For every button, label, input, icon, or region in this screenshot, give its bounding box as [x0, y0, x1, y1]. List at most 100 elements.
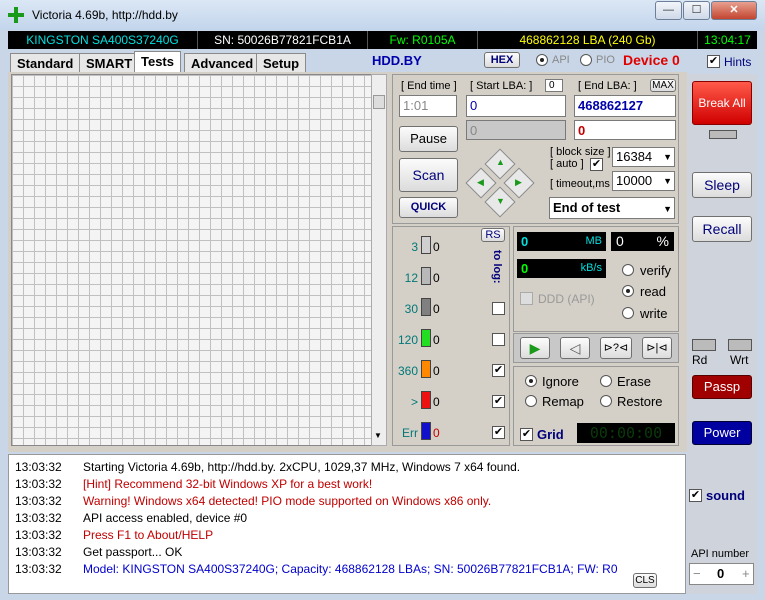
latency-color-bar	[421, 329, 431, 347]
drive-info-bar: KINGSTON SA400S37240G SN: 50026B77821FCB…	[8, 31, 757, 49]
speed-value: 0	[521, 261, 529, 276]
chevron-down-icon: ▼	[663, 176, 672, 186]
latency-color-bar	[421, 391, 431, 409]
current-lba-field: 0	[466, 120, 566, 140]
read-label: read	[640, 284, 667, 299]
grid-label: Grid	[537, 427, 564, 442]
passp-button[interactable]: Passp	[692, 375, 752, 399]
max-lba-button[interactable]: MAX	[650, 79, 676, 92]
pause-button[interactable]: Pause	[399, 126, 458, 152]
timeout-label: [ timeout,ms ]	[550, 178, 617, 190]
write-radio[interactable]	[622, 307, 634, 319]
tab-standard[interactable]: Standard	[10, 53, 81, 73]
hex-button[interactable]: HEX	[484, 52, 520, 68]
quick-button[interactable]: QUICK	[399, 197, 458, 218]
close-button[interactable]: ✕	[711, 1, 757, 20]
status-indicator	[709, 130, 737, 139]
rd-label: Rd	[692, 353, 708, 367]
pio-radio[interactable]	[580, 54, 592, 66]
remap-radio[interactable]	[525, 395, 537, 407]
block-size-value: 16384	[616, 149, 653, 164]
api-number-stepper[interactable]: − 0 +	[689, 563, 754, 585]
back-icon[interactable]: ◁	[560, 337, 590, 359]
scroll-down-icon[interactable]: ▼	[374, 431, 382, 440]
play-icon[interactable]: ▶	[520, 337, 550, 359]
log-text: Press F1 to About/HELP	[83, 528, 214, 542]
mb-unit: MB	[585, 235, 603, 247]
end-time-field[interactable]: 1:01	[399, 95, 457, 117]
start-lba-small-field[interactable]: 0	[545, 79, 563, 92]
title-bar: Victoria 4.69b, http://hdd.by — ☐ ✕	[0, 0, 765, 30]
timeout-value: 10000	[616, 173, 653, 188]
plus-icon[interactable]: +	[742, 566, 750, 581]
wrt-label: Wrt	[730, 353, 749, 367]
sleep-button[interactable]: Sleep	[692, 172, 752, 198]
start-lba-field[interactable]: 0	[466, 95, 566, 117]
right-arrow-icon: ▶	[515, 177, 522, 187]
grid-checkbox[interactable]: ✔	[520, 428, 533, 441]
log-checkbox[interactable]	[492, 302, 505, 315]
end-lba-field[interactable]: 468862127	[574, 95, 676, 117]
sound-checkbox[interactable]: ✔	[689, 489, 702, 502]
log-time: 13:03:32	[15, 511, 62, 525]
power-button[interactable]: Power	[692, 421, 752, 445]
clear-log-button[interactable]: CLS	[633, 573, 657, 588]
latency-label: 120	[397, 333, 418, 347]
start-lba-label: [ Start LBA: ]	[470, 80, 533, 92]
minimize-button[interactable]: —	[655, 1, 682, 20]
direction-pad: ▲ ◀ ▶ ▼	[465, 148, 535, 218]
api-number-label: API number	[691, 548, 750, 560]
log-time: 13:03:32	[15, 477, 62, 491]
tab-advanced[interactable]: Advanced	[184, 53, 261, 73]
log-time: 13:03:32	[15, 494, 62, 508]
timeout-select[interactable]: 10000 ▼	[612, 171, 675, 191]
scan-button[interactable]: Scan	[399, 158, 458, 192]
log-checkbox[interactable]: ✔	[492, 426, 505, 439]
log-checkbox[interactable]: ✔	[492, 364, 505, 377]
log-time: 13:03:32	[15, 545, 62, 559]
down-arrow-icon: ▼	[496, 196, 505, 206]
restore-radio[interactable]	[600, 395, 612, 407]
latency-label: 360	[397, 364, 418, 378]
log-text: Starting Victoria 4.69b, http://hdd.by. …	[83, 460, 521, 474]
recall-button[interactable]: Recall	[692, 216, 752, 242]
latency-label: >	[410, 395, 418, 409]
mb-value: 0	[521, 234, 529, 249]
maximize-button[interactable]: ☐	[683, 1, 710, 20]
verify-radio[interactable]	[622, 264, 634, 276]
log-panel: 13:03:32 Starting Victoria 4.69b, http://…	[8, 454, 686, 594]
tab-tests[interactable]: Tests	[134, 51, 181, 73]
site-label: HDD.BY	[372, 53, 422, 68]
rd-indicator	[692, 339, 716, 351]
scroll-thumb[interactable]	[373, 95, 385, 109]
tab-setup[interactable]: Setup	[256, 53, 307, 73]
rs-button[interactable]: RS	[481, 228, 505, 242]
block-size-select[interactable]: 16384 ▼	[612, 147, 675, 167]
end-action-select[interactable]: End of test ▼	[549, 197, 675, 219]
window-title: Victoria 4.69b, http://hdd.by	[32, 8, 178, 22]
end-icon[interactable]: ⊳|⊲	[642, 337, 672, 359]
write-label: write	[640, 306, 668, 321]
log-checkbox[interactable]: ✔	[492, 395, 505, 408]
minus-icon[interactable]: −	[693, 566, 701, 581]
drive-serial: SN: 50026B77821FCB1A	[198, 31, 368, 49]
erase-radio[interactable]	[600, 375, 612, 387]
ignore-radio[interactable]	[525, 375, 537, 387]
tab-smart[interactable]: SMART	[79, 53, 140, 73]
auto-label: [ auto ]	[550, 158, 584, 170]
auto-checkbox[interactable]: ✔	[590, 158, 603, 171]
map-scrollbar[interactable]: ▼	[371, 74, 387, 446]
log-checkbox[interactable]	[492, 333, 505, 346]
latency-color-bar	[421, 422, 431, 440]
log-text: Model: KINGSTON SA400S37240G; Capacity: …	[83, 562, 618, 576]
skip-icon[interactable]: ⊳?⊲	[600, 337, 632, 359]
chevron-down-icon: ▼	[663, 152, 672, 162]
hints-checkbox[interactable]: ✔	[707, 55, 720, 68]
api-radio[interactable]	[536, 54, 548, 66]
ddd-checkbox[interactable]	[520, 292, 533, 305]
wrt-indicator	[728, 339, 752, 351]
read-radio[interactable]	[622, 285, 634, 297]
log-text: Get passport... OK	[83, 545, 183, 559]
break-all-button[interactable]: Break All	[692, 81, 752, 125]
log-time: 13:03:32	[15, 562, 62, 576]
